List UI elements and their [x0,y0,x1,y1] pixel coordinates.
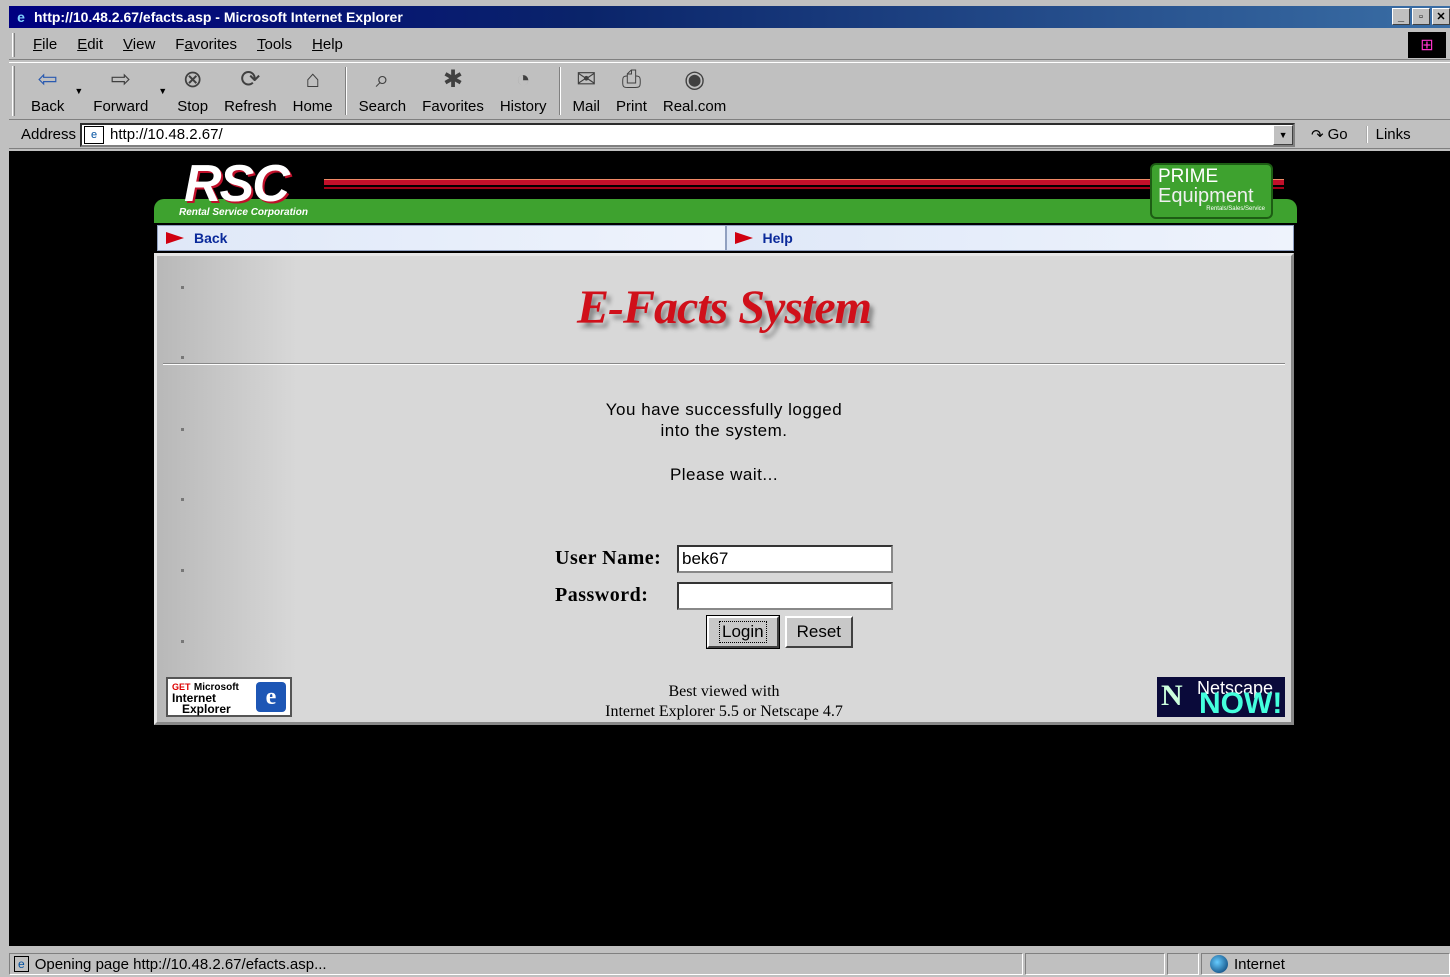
forward-dropdown-icon[interactable]: ▼ [158,86,167,96]
print-button[interactable]: ⎙ Print [608,63,655,119]
close-button[interactable]: ✕ [1432,8,1450,25]
forward-button[interactable]: ⇨ Forward [85,63,156,119]
search-icon: ⌕ [375,66,390,93]
success-message: You have successfully logged into the sy… [605,400,843,440]
mail-icon: ✉ [576,66,597,93]
toolbar-grip[interactable] [12,32,15,57]
prime-equipment-logo: PRIME Equipment Rentals/Sales/Service [1150,163,1273,219]
menu-help[interactable]: Help [302,36,353,53]
refresh-icon: ⟳ [240,66,261,93]
history-icon: ◔ [515,66,531,93]
realcom-button[interactable]: ◉ Real.com [655,63,734,119]
status-bar: e Opening page http://10.48.2.67/efacts.… [9,951,1450,977]
printer-icon: ⎙ [621,66,642,93]
maximize-button[interactable]: ▫ [1412,8,1430,25]
mail-button[interactable]: ✉ Mail [565,63,609,119]
refresh-button[interactable]: ⟳ Refresh [216,63,285,119]
standard-toolbar: ⇦ Back ▼ ⇨ Forward ▼ ⊗ Stop ⟳ Refresh ⌂ … [9,62,1450,120]
search-button[interactable]: ⌕ Search [351,63,415,119]
wait-message: Please wait... [669,465,779,484]
header-red-line-shadow [324,187,1284,189]
links-button[interactable]: Links [1365,126,1411,143]
back-button[interactable]: ⇦ Back [23,63,72,119]
decor-dot [181,498,184,501]
toolbar-grip[interactable] [12,66,15,116]
site-nav: Back Help [157,225,1294,251]
favorites-button[interactable]: ✱ Favorites [414,63,492,119]
red-arrow-icon [166,232,184,244]
status-cell [1025,953,1165,975]
real-player-icon: ◉ [684,66,706,93]
decor-dot [181,356,184,359]
back-dropdown-icon[interactable]: ▼ [74,86,83,96]
go-button[interactable]: ↷ Go [1311,126,1348,144]
rsc-site: RSC Rental Service Corporation PRIME Equ… [154,157,1297,725]
site-header: RSC Rental Service Corporation PRIME Equ… [154,157,1297,225]
address-label: Address [21,126,77,143]
page-viewport: RSC Rental Service Corporation PRIME Equ… [9,151,1450,946]
address-bar: Address e http://10.48.2.67/ ▼ ↷ Go Link… [9,121,1450,149]
page-loading-icon: e [14,956,29,972]
decor-dot [181,640,184,643]
page-title: E-Facts System [577,281,872,334]
reset-button[interactable]: Reset [784,616,854,648]
history-button[interactable]: ◔ History [492,63,555,119]
address-url[interactable]: http://10.48.2.67/ [110,126,223,143]
header-green-bar [154,199,1297,223]
nav-back-link[interactable]: Back [157,225,726,251]
stop-icon: ⊗ [182,66,203,93]
decor-dot [181,569,184,572]
menu-view[interactable]: View [113,36,165,53]
username-input[interactable] [677,544,893,573]
rsc-logo-subtitle: Rental Service Corporation [179,207,308,218]
back-arrow-icon: ⇦ [37,66,58,93]
header-red-line [324,179,1284,185]
netscape-n-icon: N [1161,679,1183,712]
forward-arrow-icon: ⇨ [110,66,131,93]
rsc-logo: RSC [184,155,290,213]
netscape-now-badge[interactable]: N Netscape NOW! [1157,677,1285,717]
window-title: http://10.48.2.67/efacts.asp - Microsoft… [34,9,403,25]
status-text-cell: e Opening page http://10.48.2.67/efacts.… [9,953,1023,975]
ie-icon: e [17,9,25,25]
window-controls: _ ▫ ✕ [1392,8,1450,25]
divider [163,363,1285,365]
security-zone[interactable]: Internet [1201,953,1450,975]
address-input[interactable]: e http://10.48.2.67/ ▼ [80,122,1296,147]
best-viewed-note: Best viewed with Internet Explorer 5.5 o… [605,683,843,720]
address-dropdown-icon[interactable]: ▼ [1273,124,1294,145]
status-text: Opening page http://10.48.2.67/efacts.as… [34,955,327,973]
favorites-icon: ✱ [442,66,464,93]
menu-bar: File Edit View Favorites Tools Help ⊞ [9,30,1450,60]
menu-favorites[interactable]: Favorites [165,36,247,53]
login-panel: E-Facts System You have successfully log… [154,253,1294,725]
menu-tools[interactable]: Tools [247,36,302,53]
menu-file[interactable]: File [23,36,67,53]
red-arrow-icon [734,232,753,244]
login-button[interactable]: Login [706,615,780,649]
globe-icon [1210,955,1228,973]
windows-logo-icon: ⊞ [1408,32,1446,58]
home-button[interactable]: ⌂ Home [285,63,341,119]
minimize-button[interactable]: _ [1392,8,1410,25]
page-icon: e [84,125,105,144]
menu-edit[interactable]: Edit [67,36,113,53]
title-bar: e http://10.48.2.67/efacts.asp - Microso… [9,6,1450,28]
status-cell [1167,953,1199,975]
go-arrow-icon: ↷ [1311,126,1324,144]
stop-button[interactable]: ⊗ Stop [169,63,216,119]
nav-help-link[interactable]: Help [725,225,1294,251]
home-icon: ⌂ [305,66,320,93]
password-label: Password: [555,584,649,606]
login-form: User Name: Password: Login Reset [555,540,893,649]
toolbar-separator [344,67,347,115]
password-input[interactable] [677,581,893,610]
toolbar-separator [558,67,561,115]
username-label: User Name: [555,547,662,569]
